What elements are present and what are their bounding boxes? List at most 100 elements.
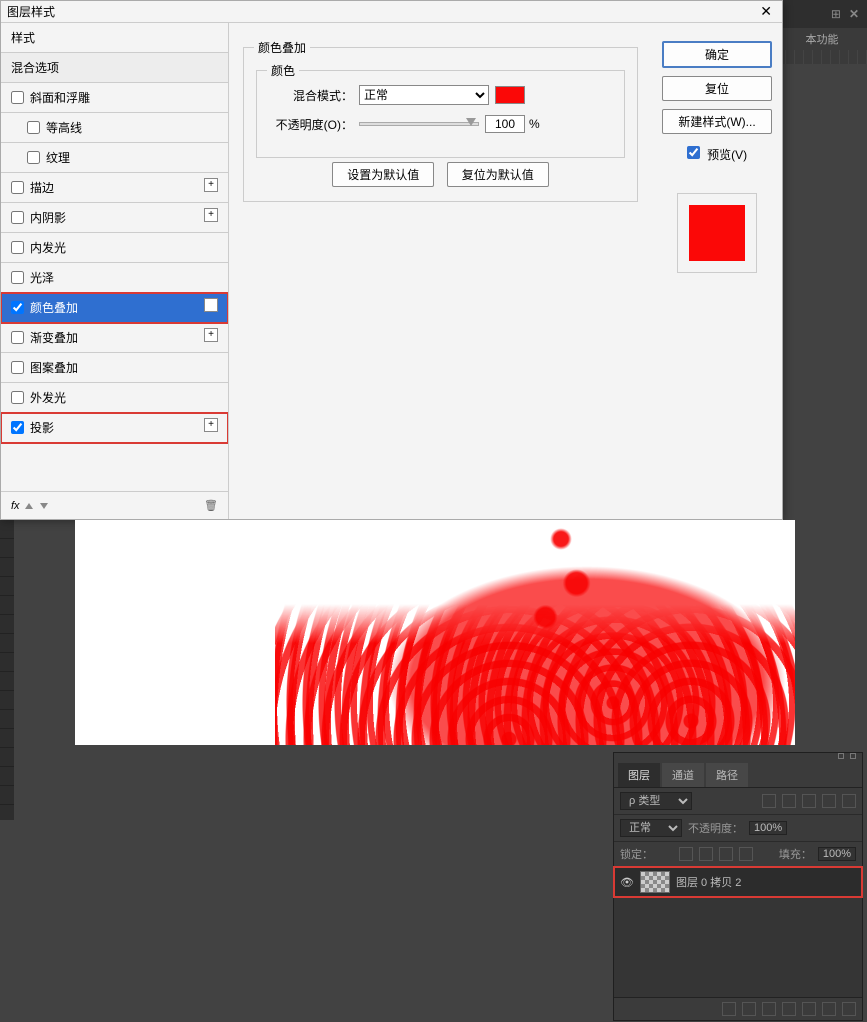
style-item-6[interactable]: 光泽 (1, 263, 228, 293)
canvas-artwork (275, 520, 795, 745)
set-default-button[interactable]: 设置为默认值 (332, 162, 434, 187)
settings-panel: 颜色叠加 颜色 混合模式： 正常 不透明度(O)： % (229, 23, 652, 519)
layers-footer-icons[interactable] (614, 997, 862, 1020)
add-effect-icon[interactable]: + (204, 298, 218, 312)
fill-label: 填充： (779, 846, 812, 862)
filter-type-select[interactable]: ρ 类型 (620, 792, 692, 810)
style-item-11[interactable]: 投影 + (1, 413, 228, 443)
style-checkbox[interactable] (11, 391, 24, 404)
style-checkbox[interactable] (11, 361, 24, 374)
style-checkbox[interactable] (11, 271, 24, 284)
style-item-5[interactable]: 内发光 (1, 233, 228, 263)
preview-swatch (689, 205, 745, 261)
style-label: 投影 (30, 419, 54, 436)
layer-opacity-value[interactable]: 100% (749, 821, 787, 835)
fill-value[interactable]: 100% (818, 847, 856, 861)
new-layer-icon[interactable] (822, 1002, 836, 1016)
fx-menu-icon[interactable]: fx (11, 500, 20, 512)
reset-default-button[interactable]: 复位为默认值 (447, 162, 549, 187)
move-down-icon[interactable] (40, 503, 48, 509)
style-label: 描边 (30, 179, 54, 196)
style-label: 外发光 (30, 389, 66, 406)
layer-thumbnail[interactable] (640, 871, 670, 893)
preview-label: 预览(V) (707, 148, 747, 162)
reset-button[interactable]: 复位 (662, 76, 772, 101)
style-checkbox[interactable] (27, 121, 40, 134)
layers-panel: 图层 通道 路径 ρ 类型 正常 不透明度： 100% 锁定： 填充： 100%… (613, 752, 863, 1021)
blend-mode-select[interactable]: 正常 (359, 85, 489, 105)
style-item-7[interactable]: 颜色叠加 + (1, 293, 228, 323)
group-icon[interactable] (802, 1002, 816, 1016)
style-checkbox[interactable] (11, 181, 24, 194)
style-item-2[interactable]: 纹理 (1, 143, 228, 173)
add-effect-icon[interactable]: + (204, 418, 218, 432)
tab-channels[interactable]: 通道 (662, 763, 704, 787)
layers-empty-area (614, 897, 862, 997)
trash-icon[interactable]: 🗑 (204, 499, 218, 512)
style-item-3[interactable]: 描边 + (1, 173, 228, 203)
add-effect-icon[interactable]: + (204, 178, 218, 192)
style-checkbox[interactable] (27, 151, 40, 164)
opacity-input[interactable] (485, 115, 525, 133)
left-toolbar[interactable] (0, 520, 14, 820)
add-effect-icon[interactable]: + (204, 208, 218, 222)
style-checkbox[interactable] (11, 211, 24, 224)
link-icon[interactable] (722, 1002, 736, 1016)
style-label: 纹理 (46, 149, 70, 166)
style-label: 渐变叠加 (30, 329, 78, 346)
style-label: 光泽 (30, 269, 54, 286)
blend-mode-label: 混合模式： (269, 87, 353, 104)
style-item-8[interactable]: 渐变叠加 + (1, 323, 228, 353)
style-item-4[interactable]: 内阴影 + (1, 203, 228, 233)
fx-icon[interactable] (742, 1002, 756, 1016)
move-up-icon[interactable] (25, 503, 33, 509)
blend-options-row[interactable]: 混合选项 (1, 53, 228, 83)
layer-name[interactable]: 图层 0 拷贝 2 (676, 874, 741, 890)
style-label: 内阴影 (30, 209, 66, 226)
mask-icon[interactable] (762, 1002, 776, 1016)
visibility-eye-icon[interactable]: 👁 (620, 876, 634, 889)
style-label: 斜面和浮雕 (30, 89, 90, 106)
style-item-9[interactable]: 图案叠加 (1, 353, 228, 383)
lock-label: 锁定： (620, 846, 653, 862)
tab-layers[interactable]: 图层 (618, 763, 660, 787)
styles-header[interactable]: 样式 (1, 23, 228, 53)
style-checkbox[interactable] (11, 241, 24, 254)
style-checkbox[interactable] (11, 421, 24, 434)
delete-layer-icon[interactable] (842, 1002, 856, 1016)
style-label: 颜色叠加 (30, 299, 78, 316)
panel-collapse-controls[interactable] (614, 753, 862, 763)
dialog-titlebar[interactable]: 图层样式 ✕ (1, 1, 782, 23)
dialog-close-icon[interactable]: ✕ (756, 3, 776, 20)
lock-icons[interactable] (679, 847, 753, 861)
app-expand-icon[interactable]: ⊞ (831, 7, 841, 21)
layer-row[interactable]: 👁 图层 0 拷贝 2 (614, 867, 862, 897)
style-label: 内发光 (30, 239, 66, 256)
style-checkbox[interactable] (11, 331, 24, 344)
style-label: 图案叠加 (30, 359, 78, 376)
app-top-buttons: ⊞ ✕ (777, 0, 867, 28)
opacity-slider[interactable] (359, 122, 479, 126)
preview-checkbox-row[interactable]: 预览(V) (687, 146, 747, 163)
group-legend: 颜色叠加 (254, 39, 310, 56)
canvas[interactable] (75, 520, 795, 745)
layer-style-dialog: 图层样式 ✕ 样式 混合选项 斜面和浮雕等高线纹理描边+内阴影+内发光光泽颜色叠… (0, 0, 783, 520)
preview-checkbox[interactable] (687, 146, 700, 159)
style-checkbox[interactable] (11, 301, 24, 314)
ok-button[interactable]: 确定 (662, 41, 772, 68)
tab-paths[interactable]: 路径 (706, 763, 748, 787)
style-item-0[interactable]: 斜面和浮雕 (1, 83, 228, 113)
layer-blend-select[interactable]: 正常 (620, 819, 682, 837)
new-style-button[interactable]: 新建样式(W)... (662, 109, 772, 134)
app-workspace-menu[interactable]: 本功能 (777, 28, 867, 50)
style-item-10[interactable]: 外发光 (1, 383, 228, 413)
filter-kind-icons[interactable] (762, 794, 856, 808)
style-checkbox[interactable] (11, 91, 24, 104)
app-close-icon[interactable]: ✕ (849, 7, 859, 21)
adjust-icon[interactable] (782, 1002, 796, 1016)
style-item-1[interactable]: 等高线 (1, 113, 228, 143)
add-effect-icon[interactable]: + (204, 328, 218, 342)
styles-panel: 样式 混合选项 斜面和浮雕等高线纹理描边 + 内阴影 + 内发光光泽颜色叠加 + 渐变叠加 +… (1, 23, 229, 519)
color-swatch[interactable] (495, 86, 525, 104)
layer-opacity-label: 不透明度： (688, 820, 743, 836)
